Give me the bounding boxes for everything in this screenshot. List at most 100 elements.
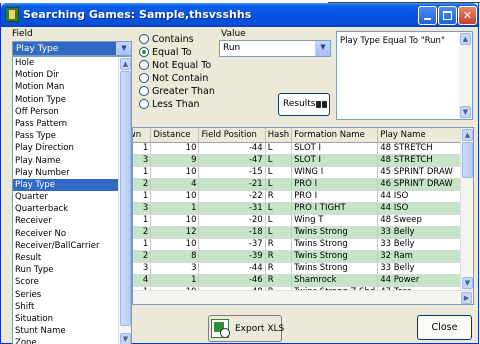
field-option[interactable]: Run Type: [13, 264, 131, 276]
field-option[interactable]: Play Direction: [13, 142, 131, 154]
table-cell: -37: [198, 238, 266, 251]
column-header[interactable]: Formation Name: [291, 128, 379, 143]
column-header[interactable]: Down: [133, 128, 152, 143]
grid-vertical-scrollbar[interactable]: ▲ ▼: [460, 128, 473, 290]
scroll-up-icon[interactable]: ▲: [462, 129, 473, 141]
table-cell: 45 SPRINT DRAW: [377, 166, 473, 179]
scroll-down-icon[interactable]: ▼: [460, 106, 471, 118]
operator-label: Equal To: [152, 46, 192, 58]
table-cell: -39: [198, 250, 266, 263]
field-option[interactable]: Quarter: [13, 191, 131, 203]
field-option[interactable]: Hole: [13, 57, 131, 69]
table-cell: -18: [198, 226, 266, 239]
field-option[interactable]: Situation: [13, 313, 131, 325]
field-option[interactable]: Stunt Name: [13, 325, 131, 337]
table-cell: SLOT I: [291, 154, 379, 167]
table-cell: 48 Sweep: [377, 214, 473, 227]
field-option[interactable]: Receiver No: [13, 228, 131, 240]
scroll-down-icon[interactable]: ▼: [462, 277, 473, 289]
radio-circle-icon[interactable]: [139, 60, 149, 70]
table-row[interactable]: 3 9 -47 L SLOT I 48 STRETCH: [133, 154, 473, 167]
table-cell: -44: [198, 262, 266, 275]
table-cell: 3: [133, 202, 152, 215]
scroll-up-icon[interactable]: ▲: [460, 33, 471, 45]
list-scroll-thumb[interactable]: [120, 71, 131, 326]
value-dropdown[interactable]: Run ▼: [219, 40, 331, 57]
field-option[interactable]: Pass Type: [13, 130, 131, 142]
table-row[interactable]: 4 1 -46 R Shamrock 44 Power: [133, 274, 473, 287]
scroll-right-icon[interactable]: ▶: [461, 292, 472, 304]
table-row[interactable]: 1 10 -37 R Twins Strong 33 Belly: [133, 238, 473, 251]
field-dropdown[interactable]: Play Type ▼: [12, 41, 132, 56]
table-cell: -21: [198, 178, 266, 191]
results-button[interactable]: Results: [278, 93, 330, 116]
field-option[interactable]: Shift: [13, 301, 131, 313]
field-option[interactable]: Score: [13, 276, 131, 288]
operator-radio[interactable]: Equal To: [139, 46, 192, 58]
field-option[interactable]: Play Type: [13, 178, 131, 192]
results-grid[interactable]: DownDistanceField PositionHashFormation …: [132, 127, 474, 305]
chevron-down-icon[interactable]: ▼: [116, 42, 131, 55]
table-row[interactable]: 3 1 -31 L PRO I TIGHT 44 ISO: [133, 202, 473, 215]
field-option[interactable]: Play Name: [13, 155, 131, 167]
operator-radio[interactable]: Not Contain: [139, 72, 208, 84]
description-scrollbar[interactable]: ▲ ▼: [459, 32, 472, 119]
field-option[interactable]: Receiver/BallCarrier: [13, 240, 131, 252]
table-row[interactable]: 1 10 -44 L SLOT I 48 STRETCH: [133, 142, 473, 155]
field-option[interactable]: Series: [13, 289, 131, 301]
title-bar[interactable]: Searching Games: Sample,thsvsshhs ✕: [1, 3, 478, 27]
field-option[interactable]: Result: [13, 252, 131, 264]
column-header[interactable]: Play Name: [377, 128, 473, 143]
table-cell: Twins Strong: [291, 262, 379, 275]
table-cell: 48 STRETCH: [377, 154, 473, 167]
field-option[interactable]: Zone: [13, 337, 131, 344]
table-row[interactable]: 1 10 -15 L WING I 45 SPRINT DRAW: [133, 166, 473, 179]
table-cell: L: [265, 226, 293, 239]
maximize-button[interactable]: [438, 6, 457, 25]
grid-horizontal-scrollbar[interactable]: ▶: [133, 290, 473, 304]
close-button[interactable]: Close: [417, 315, 472, 340]
field-selected-value: Play Type: [16, 44, 59, 54]
field-options-list[interactable]: Hole Motion Dir Motion Man Motion Type Off P…: [12, 56, 132, 344]
table-row[interactable]: 2 4 -21 L PRO I 46 SPRINT DRAW: [133, 178, 473, 191]
scroll-down-icon[interactable]: ▼: [120, 333, 131, 344]
operator-radio[interactable]: Less Than: [139, 98, 200, 110]
field-option[interactable]: Receiver: [13, 215, 131, 227]
table-cell: L: [265, 214, 293, 227]
export-xls-button[interactable]: Export XLS: [208, 315, 284, 342]
column-header[interactable]: Hash: [265, 128, 293, 143]
field-option[interactable]: Motion Man: [13, 81, 131, 93]
table-row[interactable]: 2 8 -39 R Twins Strong 32 Ram: [133, 250, 473, 263]
field-option[interactable]: Pass Pattern: [13, 118, 131, 130]
field-option[interactable]: Off Person: [13, 106, 131, 118]
operator-radio[interactable]: Contains: [139, 33, 194, 45]
close-window-button[interactable]: ✕: [458, 6, 477, 25]
column-header[interactable]: Distance: [150, 128, 200, 143]
radio-circle-icon[interactable]: [139, 34, 149, 44]
table-cell: 12: [150, 226, 200, 239]
list-scrollbar[interactable]: ▲ ▼: [118, 57, 131, 344]
search-games-window: Searching Games: Sample,thsvsshhs ✕ Fiel…: [0, 3, 479, 344]
field-option[interactable]: Motion Dir: [13, 69, 131, 81]
field-option[interactable]: Play Number: [13, 167, 131, 179]
radio-circle-icon[interactable]: [139, 86, 149, 96]
query-description-box[interactable]: Play Type Equal To "Run" ▲ ▼: [336, 31, 473, 120]
operator-radio[interactable]: Not Equal To: [139, 59, 211, 71]
table-row[interactable]: 3 3 -44 R Twins Strong 33 Belly: [133, 262, 473, 275]
radio-circle-icon[interactable]: [139, 73, 149, 83]
table-row[interactable]: 1 10 -20 L Wing T 48 Sweep: [133, 214, 473, 227]
operator-label: Not Equal To: [152, 59, 212, 71]
minimize-button[interactable]: [418, 6, 437, 25]
table-row[interactable]: 1 10 -22 R PRO I 44 ISO: [133, 190, 473, 203]
field-option[interactable]: Motion Type: [13, 94, 131, 106]
column-header[interactable]: Field Position: [198, 128, 266, 143]
radio-circle-icon[interactable]: [139, 47, 149, 57]
table-cell: 44 Power: [377, 274, 473, 287]
scroll-up-icon[interactable]: ▲: [120, 58, 131, 70]
operator-radio[interactable]: Greater Than: [139, 85, 215, 97]
chevron-down-icon[interactable]: ▼: [315, 41, 330, 56]
grid-scroll-thumb[interactable]: [462, 142, 473, 178]
radio-circle-icon[interactable]: [139, 99, 149, 109]
table-row[interactable]: 2 12 -18 L Twins Strong 33 Belly: [133, 226, 473, 239]
field-option[interactable]: Quarterback: [13, 203, 131, 215]
